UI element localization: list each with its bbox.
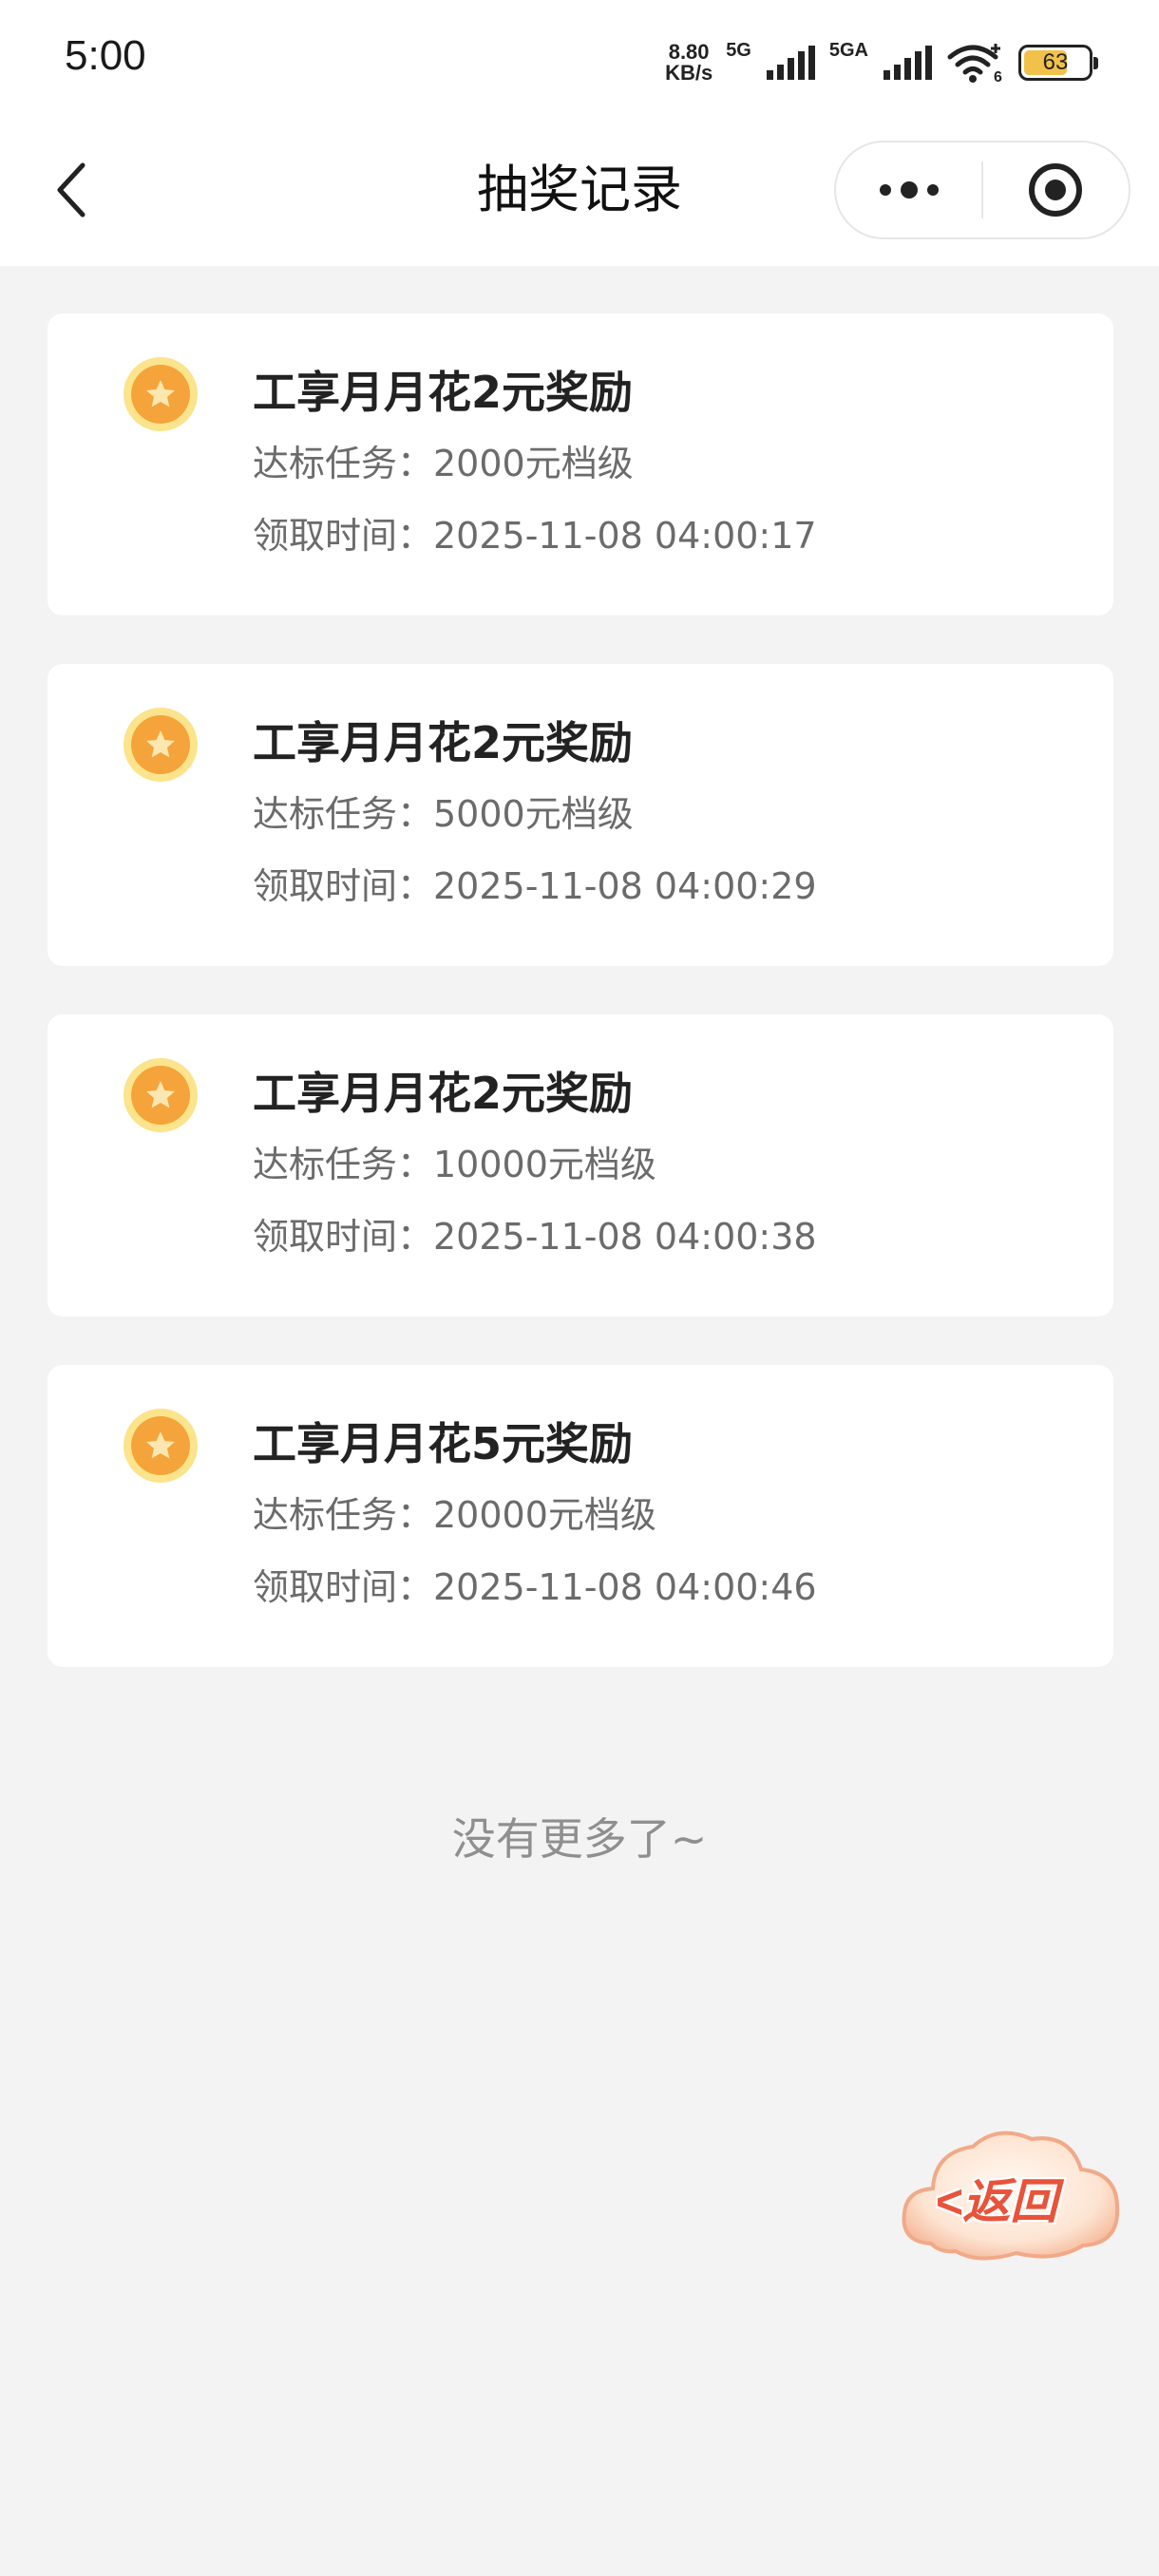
star-coin-icon bbox=[124, 1058, 198, 1132]
return-button[interactable]: <返回 bbox=[893, 2111, 1130, 2282]
status-time: 5:00 bbox=[65, 32, 146, 79]
record-task: 达标任务：20000元档级 bbox=[253, 1494, 656, 1536]
wifi-icon: 6 bbox=[947, 44, 1002, 84]
record-list: 工享月月花2元奖励 达标任务：2000元档级 领取时间：2025-11-08 0… bbox=[48, 313, 1113, 1715]
record-card: 工享月月花2元奖励 达标任务：2000元档级 领取时间：2025-11-08 0… bbox=[48, 313, 1113, 616]
signal-icon bbox=[766, 46, 815, 80]
return-label: <返回 bbox=[935, 2175, 1058, 2228]
record-title: 工享月月花2元奖励 bbox=[253, 717, 634, 768]
record-card: 工享月月花2元奖励 达标任务：5000元档级 领取时间：2025-11-08 0… bbox=[48, 664, 1113, 966]
record-task: 达标任务：2000元档级 bbox=[253, 443, 634, 484]
record-title: 工享月月花2元奖励 bbox=[253, 1068, 634, 1119]
record-card: 工享月月花2元奖励 达标任务：10000元档级 领取时间：2025-11-08 … bbox=[48, 1014, 1113, 1316]
record-task: 达标任务：10000元档级 bbox=[253, 1144, 656, 1185]
record-time: 领取时间：2025-11-08 04:00:46 bbox=[253, 1566, 817, 1608]
record-time: 领取时间：2025-11-08 04:00:17 bbox=[253, 515, 817, 557]
sim2-label: 5GA bbox=[828, 40, 868, 61]
network-speed-unit: KB/s bbox=[665, 61, 713, 85]
star-coin-icon bbox=[124, 1409, 198, 1483]
sim1-label: 5G bbox=[726, 40, 751, 61]
network-speed-value: 8.80 bbox=[668, 40, 710, 64]
mini-program-capsule bbox=[834, 141, 1130, 239]
more-dots-icon bbox=[879, 181, 939, 199]
record-card: 工享月月花5元奖励 达标任务：20000元档级 领取时间：2025-11-08 … bbox=[48, 1365, 1113, 1667]
close-program-button[interactable] bbox=[983, 142, 1129, 237]
network-speed: 8.80 KB/s bbox=[665, 42, 712, 84]
nav-bar: 抽奖记录 bbox=[0, 123, 1159, 266]
more-button[interactable] bbox=[836, 142, 981, 237]
battery-icon: 63 bbox=[1018, 45, 1098, 81]
wifi-label: 6 bbox=[994, 69, 1002, 84]
no-more-text: 没有更多了~ bbox=[451, 1813, 708, 1865]
record-time: 领取时间：2025-11-08 04:00:29 bbox=[253, 865, 817, 907]
record-time: 领取时间：2025-11-08 04:00:38 bbox=[253, 1216, 817, 1258]
record-task: 达标任务：5000元档级 bbox=[253, 793, 634, 835]
star-coin-icon bbox=[124, 357, 198, 431]
battery-level: 63 bbox=[1042, 49, 1069, 75]
target-circle-icon bbox=[1029, 163, 1083, 217]
record-title: 工享月月花2元奖励 bbox=[253, 367, 634, 418]
record-title: 工享月月花5元奖励 bbox=[253, 1418, 634, 1469]
star-coin-icon bbox=[124, 708, 198, 782]
status-icons: 8.80 KB/s 5G 5GA 6 63 bbox=[665, 38, 1098, 87]
signal-icon bbox=[884, 46, 932, 80]
status-bar: 5:00 8.80 KB/s 5G 5GA 6 63 bbox=[0, 0, 1159, 123]
